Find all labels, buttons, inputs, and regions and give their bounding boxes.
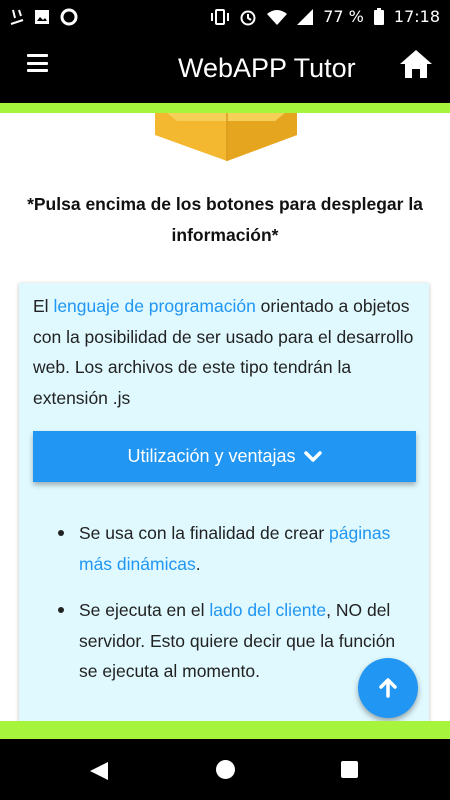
battery-icon	[373, 8, 384, 25]
home-icon[interactable]	[399, 49, 433, 79]
hamburger-menu-icon[interactable]	[27, 54, 48, 72]
bullet-text-end: .	[195, 553, 201, 574]
app-bar: WebAPP Tutor	[0, 33, 450, 103]
alarm-icon	[240, 10, 256, 25]
accordion-label: Utilización y ventajas	[127, 446, 296, 466]
status-bar: 77 % 17:18	[0, 0, 450, 33]
programming-language-link[interactable]: lenguaje de programación	[53, 296, 255, 316]
status-time: 17:18	[393, 7, 440, 26]
chevron-down-icon	[303, 450, 322, 462]
system-nav-bar	[0, 739, 450, 800]
list-item: Se usa con la finalidad de crear páginas…	[58, 518, 409, 579]
intro-text: El	[33, 296, 54, 316]
signal-icon	[297, 8, 314, 25]
status-left-icons	[10, 8, 78, 26]
nav-home-icon[interactable]	[216, 760, 235, 779]
image-icon	[35, 9, 49, 24]
header-accent-bar	[0, 103, 450, 113]
scroll-to-top-button[interactable]	[358, 658, 418, 718]
instruction-text: *Pulsa encima de los botones para desple…	[27, 194, 423, 245]
notification-icon	[10, 9, 24, 25]
back-icon[interactable]	[89, 761, 109, 781]
circle-icon	[60, 8, 78, 25]
usage-advantages-button[interactable]: Utilización y ventajas	[33, 431, 416, 482]
recent-apps-icon[interactable]	[341, 761, 358, 778]
wifi-icon	[267, 9, 288, 25]
client-side-link[interactable]: lado del cliente	[209, 600, 326, 620]
arrow-up-icon	[379, 678, 397, 698]
list-item: Se ejecuta en el lado del cliente, NO de…	[58, 595, 409, 687]
footer-accent-bar	[0, 721, 450, 739]
intro-paragraph: El lenguaje de programación orientado a …	[33, 291, 423, 413]
advantages-list: Se usa con la finalidad de crear páginas…	[58, 518, 409, 703]
app-title: WebAPP Tutor	[178, 53, 356, 83]
battery-percent: 77 %	[323, 7, 364, 26]
status-right-icons: 77 % 17:18	[211, 7, 440, 26]
box-illustration	[155, 113, 297, 161]
bullet-text: Se ejecuta en el	[79, 600, 210, 620]
vibrate-icon	[211, 8, 230, 25]
bullet-text: Se usa con la finalidad de crear	[79, 523, 330, 543]
